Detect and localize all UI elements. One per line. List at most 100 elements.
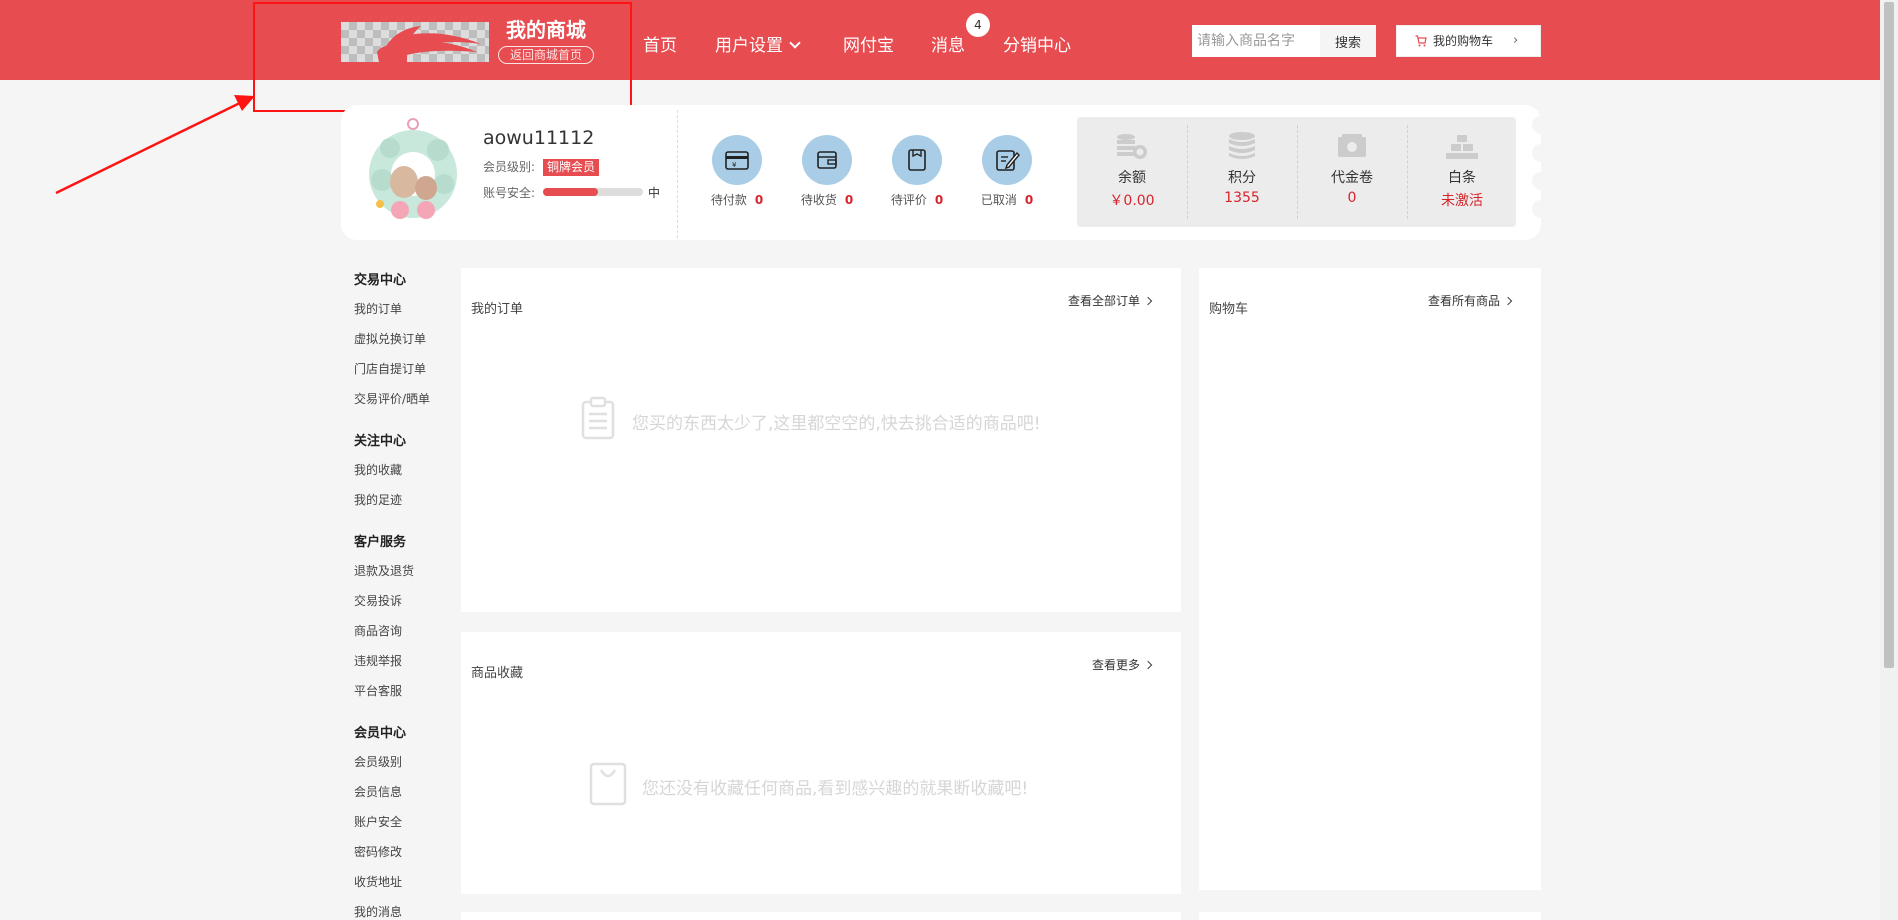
card-edge-notch: [1532, 200, 1550, 218]
cart-icon: [1415, 26, 1427, 58]
sidebar-item-footprints[interactable]: 我的足迹: [354, 491, 402, 508]
card-edge-notch: [1532, 172, 1550, 190]
sidebar-group-title: 关注中心: [354, 434, 407, 449]
asset-value: 1355: [1224, 190, 1260, 206]
asset-name: 代金卷: [1331, 170, 1373, 186]
member-level-badge: 铜牌会员: [543, 159, 600, 176]
order-stat-count: 0: [1024, 193, 1034, 207]
asset-voucher[interactable]: 代金卷 0: [1297, 117, 1407, 227]
sidebar-group-title: 客户服务: [354, 535, 407, 550]
sidebar-group-title: 交易中心: [354, 273, 407, 288]
account-security-label: 账号安全:: [483, 186, 536, 200]
coins-icon: [1114, 131, 1150, 161]
annotation-arrow: [55, 95, 255, 195]
orders-empty-message: 您买的东西太少了,这里都空空的,快去挑合适的商品吧!: [632, 414, 1041, 434]
cart-panel: [1199, 268, 1541, 890]
chevron-right-icon: [1503, 296, 1513, 306]
sidebar-item-inquiries[interactable]: 商品咨询: [354, 622, 402, 639]
security-level-text: 中: [648, 186, 661, 200]
page-scrollbar-thumb[interactable]: [1884, 2, 1894, 668]
view-more-label: 查看更多: [1092, 658, 1141, 672]
order-stat-label: 待评价: [890, 193, 927, 207]
nav-wallet[interactable]: 网付宝: [843, 31, 894, 56]
avatar[interactable]: [360, 118, 466, 224]
order-stat-count: 0: [844, 193, 854, 207]
sidebar-item-refunds[interactable]: 退款及退货: [354, 562, 414, 579]
cart-panel-title: 购物车: [1209, 302, 1249, 317]
sidebar-item-reviews[interactable]: 交易评价/晒单: [354, 390, 430, 407]
sidebar-item-support[interactable]: 平台客服: [354, 682, 402, 699]
sidebar-item-password[interactable]: 密码修改: [354, 843, 402, 860]
order-stat-cancelled[interactable]: 已取消 0: [967, 135, 1047, 208]
order-stat-label: 待付款: [710, 193, 747, 207]
order-stat-label: 待收货: [800, 193, 837, 207]
sidebar-item-messages[interactable]: 我的消息: [354, 903, 402, 920]
sidebar-item-account-security[interactable]: 账户安全: [354, 813, 402, 830]
sidebar-item-favorites[interactable]: 我的收藏: [354, 461, 402, 478]
asset-balance[interactable]: 余额 ￥0.00: [1077, 117, 1187, 227]
nav-user-settings-label: 用户设置: [715, 36, 783, 56]
asset-value: 0: [1347, 190, 1357, 206]
asset-name: 白条: [1448, 170, 1476, 186]
view-all-cart-label: 查看所有商品: [1428, 294, 1501, 308]
asset-name: 积分: [1228, 170, 1256, 186]
order-stat-pending-receipt[interactable]: 待收货 0: [787, 135, 867, 208]
sidebar-item-complaints[interactable]: 交易投诉: [354, 592, 402, 609]
shopping-bag-icon: [587, 760, 629, 812]
search-button[interactable]: 搜索: [1320, 25, 1376, 57]
sidebar-item-member-info[interactable]: 会员信息: [354, 783, 402, 800]
card-edge-notch: [1532, 144, 1550, 162]
next-panel-top: [461, 912, 1181, 920]
sidebar-item-member-level[interactable]: 会员级别: [354, 753, 402, 770]
asset-credit[interactable]: 白条 未激活: [1407, 117, 1517, 227]
view-all-orders-link[interactable]: 查看全部订单: [1068, 292, 1153, 309]
highlight-box: [253, 2, 632, 112]
favorites-panel-title: 商品收藏: [471, 666, 524, 681]
orders-panel-title: 我的订单: [471, 302, 524, 317]
view-all-orders-label: 查看全部订单: [1068, 294, 1141, 308]
chevron-down-icon: [789, 37, 801, 49]
next-panel-top: [1199, 912, 1541, 920]
points-stack-icon: [1224, 131, 1260, 161]
clipboard-icon: [578, 396, 618, 444]
security-progress-bar: [543, 188, 643, 196]
card-divider: [677, 110, 678, 238]
nav-home[interactable]: 首页: [643, 31, 677, 56]
sidebar-group-title: 会员中心: [354, 726, 407, 741]
order-stat-pending-payment[interactable]: ¥ 待付款 0: [697, 135, 777, 208]
favorites-empty-message: 您还没有收藏任何商品,看到感兴趣的就果断收藏吧!: [642, 779, 1029, 799]
sidebar-item-reports[interactable]: 违规举报: [354, 652, 402, 669]
order-stat-count: 0: [934, 193, 944, 207]
wallet-icon: [802, 135, 852, 185]
security-progress-fill: [543, 188, 598, 196]
asset-points[interactable]: 积分 1355: [1187, 117, 1297, 227]
order-stat-count: 0: [754, 193, 764, 207]
view-more-favorites-link[interactable]: 查看更多: [1092, 656, 1153, 673]
sidebar-item-address[interactable]: 收货地址: [354, 873, 402, 890]
nav-messages[interactable]: 消息: [931, 31, 965, 56]
order-stat-pending-review[interactable]: 待评价 0: [877, 135, 957, 208]
card-edge-notch: [1532, 116, 1550, 134]
product-search-input[interactable]: [1192, 25, 1320, 57]
asset-name: 余额: [1118, 170, 1146, 186]
my-cart-button[interactable]: 我的购物车 ›: [1396, 25, 1541, 57]
sidebar-item-virtual-orders[interactable]: 虚拟兑换订单: [354, 330, 426, 347]
sidebar-item-pickup-orders[interactable]: 门店自提订单: [354, 360, 426, 377]
gold-bars-icon: [1444, 131, 1480, 161]
member-level-label: 会员级别:: [483, 160, 536, 174]
chevron-right-icon: [1143, 660, 1153, 670]
nav-distribution[interactable]: 分销中心: [1003, 31, 1071, 56]
asset-value: ￥0.00: [1109, 193, 1155, 209]
chevron-right-icon: [1143, 296, 1153, 306]
sidebar-item-my-orders[interactable]: 我的订单: [354, 300, 402, 317]
chevron-right-icon: ›: [1513, 33, 1519, 48]
svg-text:¥: ¥: [732, 161, 737, 169]
voucher-icon: [1334, 131, 1370, 161]
order-stat-label: 已取消: [980, 193, 1017, 207]
view-all-cart-link[interactable]: 查看所有商品: [1428, 292, 1513, 309]
my-cart-label: 我的购物车: [1433, 34, 1494, 48]
review-icon: [892, 135, 942, 185]
username: aowu11112: [483, 127, 595, 149]
asset-value: 未激活: [1441, 193, 1483, 209]
nav-user-settings[interactable]: 用户设置: [715, 31, 801, 56]
